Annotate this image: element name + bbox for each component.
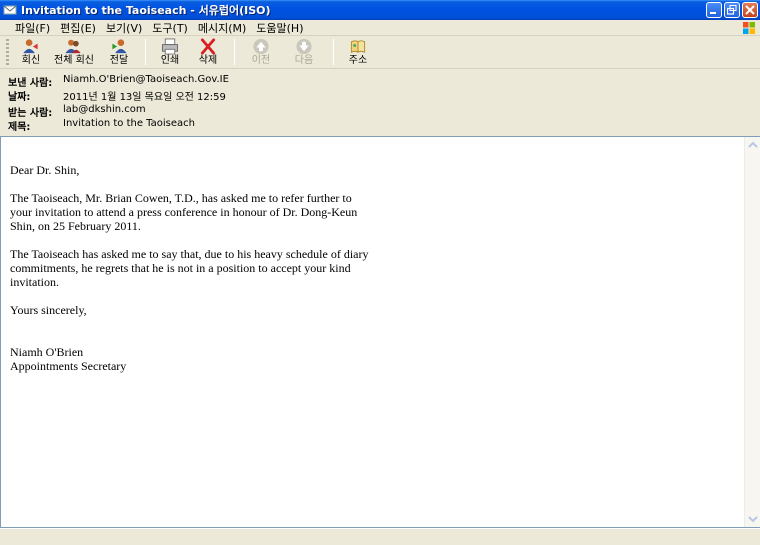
close-button[interactable] [742, 2, 758, 18]
scroll-up-button[interactable] [746, 138, 760, 152]
minimize-button[interactable] [706, 2, 722, 18]
paragraph-2: The Taoiseach has asked me to say that, … [10, 247, 369, 289]
toolbar-separator [234, 39, 235, 65]
menu-tools[interactable]: 도구(T) [147, 20, 193, 36]
previous-button[interactable]: 이전 [241, 37, 281, 67]
message-body-pane[interactable]: Dear Dr. Shin, The Taoiseach, Mr. Brian … [0, 136, 760, 528]
menu-help[interactable]: 도움말(H) [251, 20, 308, 36]
message-text: Dear Dr. Shin, The Taoiseach, Mr. Brian … [10, 163, 370, 373]
to-label: 받는 사람: [8, 108, 53, 119]
scroll-down-button[interactable] [746, 512, 760, 526]
arrow-up-icon [253, 38, 269, 55]
date-label: 날짜: [8, 92, 31, 103]
next-button[interactable]: 다음 [281, 37, 327, 67]
paragraph-1: The Taoiseach, Mr. Brian Cowen, T.D., ha… [10, 191, 358, 233]
windows-flag-icon [742, 21, 756, 35]
print-button[interactable]: 인쇄 [152, 37, 188, 67]
toolbar-separator [145, 39, 146, 65]
menu-bar: 파일(F) 편집(E) 보기(V) 도구(T) 메시지(M) 도움말(H) [0, 20, 760, 36]
printer-icon [161, 38, 179, 55]
subject-row: 제목: Invitation to the Taoiseach [8, 118, 195, 133]
window-controls [706, 2, 758, 18]
address-book-icon [350, 40, 366, 54]
maximize-button[interactable] [724, 2, 740, 18]
chevron-down-icon [748, 516, 758, 523]
title-bar[interactable]: Invitation to the Taoiseach - 서유럽어(ISO) [0, 0, 760, 20]
vertical-scrollbar[interactable] [744, 137, 760, 527]
subject-label: 제목: [8, 122, 31, 133]
menu-message[interactable]: 메시지(M) [193, 20, 251, 36]
toolbar-separator [333, 39, 334, 65]
from-value[interactable]: Niamh.O'Brien@Taoiseach.Gov.IE [63, 74, 229, 89]
reply-button[interactable]: 회신 [13, 37, 49, 67]
window-title: Invitation to the Taoiseach - 서유럽어(ISO) [21, 4, 271, 17]
restore-icon [727, 5, 737, 15]
delete-x-icon [200, 38, 216, 55]
forward-icon [112, 39, 127, 54]
signature-title: Appointments Secretary [10, 359, 127, 373]
toolbar-grip[interactable] [6, 39, 9, 65]
signature-name: Niamh O'Brien [10, 345, 84, 359]
to-value[interactable]: lab@dkshin.com [63, 104, 146, 119]
closing: Yours sincerely, [10, 303, 87, 317]
chevron-up-icon [748, 141, 758, 148]
forward-button[interactable]: 전달 [99, 37, 139, 67]
arrow-down-icon [296, 38, 312, 55]
menu-edit[interactable]: 편집(E) [55, 20, 101, 36]
to-row: 받는 사람: lab@dkshin.com [8, 104, 146, 119]
reply-all-button[interactable]: 전체 회신 [49, 37, 99, 67]
date-row: 날짜: 2011년 1월 13일 목요일 오전 12:59 [8, 88, 226, 103]
reply-icon [23, 39, 38, 54]
subject-value: Invitation to the Taoiseach [63, 118, 195, 129]
message-header: 보낸 사람: Niamh.O'Brien@Taoiseach.Gov.IE 날짜… [0, 70, 760, 136]
signature: Niamh O'Brien Appointments Secretary [10, 345, 370, 373]
from-label: 보낸 사람: [8, 78, 53, 89]
mail-envelope-icon [3, 3, 17, 17]
greeting: Dear Dr. Shin, [10, 163, 80, 177]
minimize-icon [710, 12, 716, 14]
close-icon [745, 5, 755, 15]
menu-view[interactable]: 보기(V) [101, 20, 147, 36]
delete-button[interactable]: 삭제 [188, 37, 228, 67]
addresses-button[interactable]: 주소 [340, 37, 376, 67]
menu-file[interactable]: 파일(F) [10, 20, 55, 36]
from-row: 보낸 사람: Niamh.O'Brien@Taoiseach.Gov.IE [8, 74, 229, 89]
date-value: 2011년 1월 13일 목요일 오전 12:59 [63, 92, 226, 103]
toolbar: 회신 전체 회신 전달 인쇄 삭제 이전 다음 주소 [0, 37, 760, 69]
status-bar [0, 528, 760, 545]
reply-all-icon [65, 39, 81, 54]
